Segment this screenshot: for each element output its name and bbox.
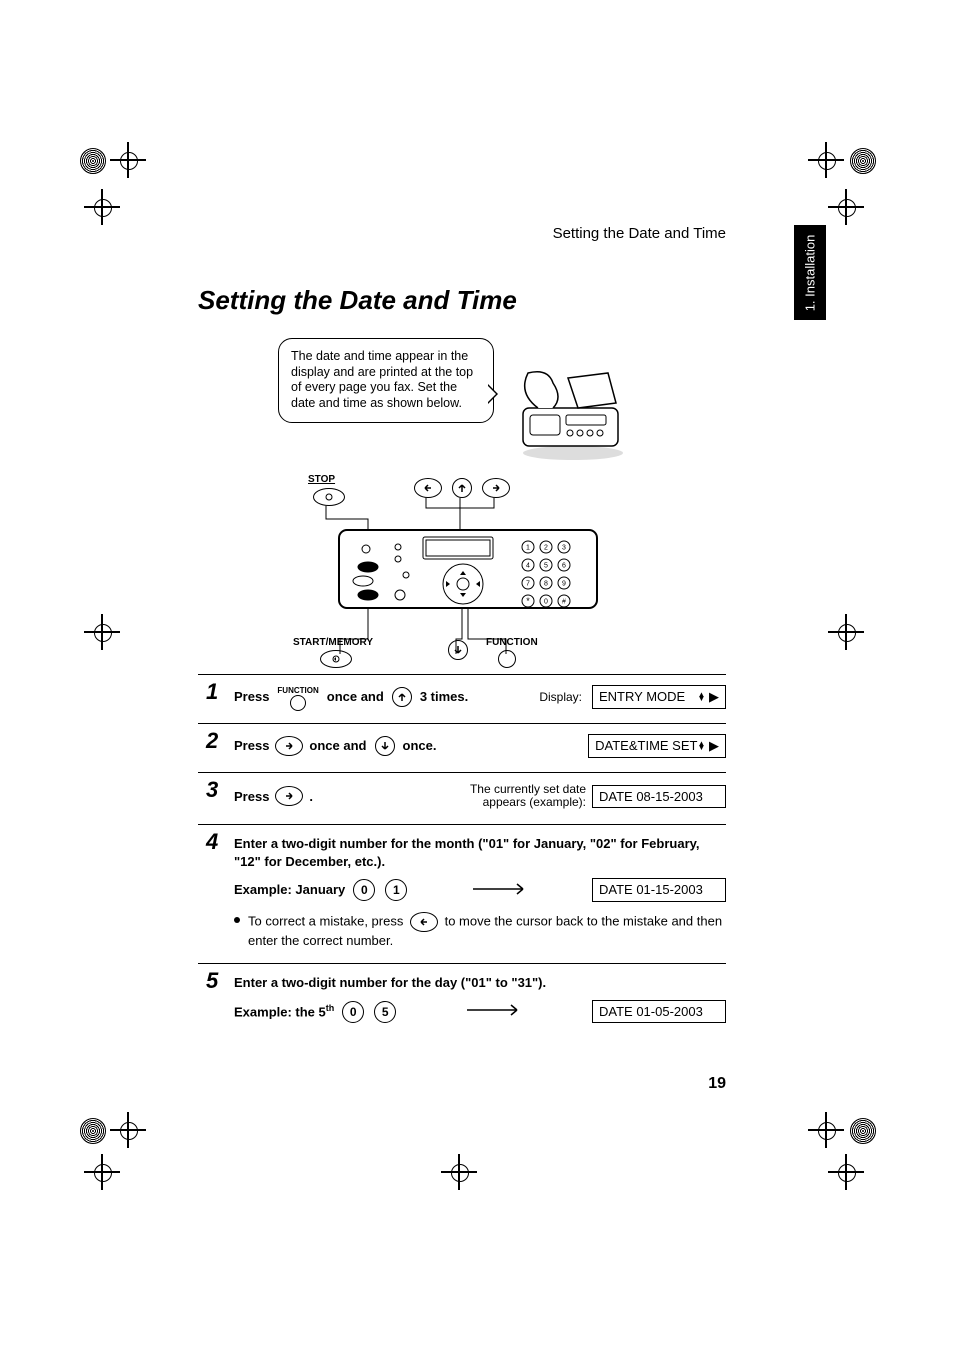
side-tab-label: 1. Installation — [803, 234, 818, 311]
svg-text:3: 3 — [562, 545, 566, 552]
lcd-display: DATE 01-05-2003 — [592, 1000, 726, 1024]
crop-mark — [804, 620, 864, 680]
svg-text:6: 6 — [562, 563, 566, 570]
svg-text:8: 8 — [544, 581, 548, 588]
svg-text:4: 4 — [526, 563, 530, 570]
fax-machine-illustration — [508, 363, 638, 468]
svg-text:1: 1 — [526, 545, 530, 552]
bullet-icon — [234, 917, 240, 923]
start-memory-button-icon — [320, 650, 352, 668]
crop-mark — [804, 1160, 864, 1220]
svg-text:2: 2 — [544, 545, 548, 552]
text: once and — [309, 737, 366, 755]
svg-text:5: 5 — [544, 563, 548, 570]
crop-mark — [90, 1160, 150, 1220]
fax-top-view: 1 2 3 4 5 6 7 8 9 * 0 # — [338, 529, 598, 619]
svg-text:9: 9 — [562, 581, 566, 588]
function-button-icon — [496, 650, 518, 668]
keypad-key-1-icon: 1 — [385, 879, 407, 901]
text: Enter a two-digit number for the month (… — [234, 836, 700, 869]
text: once. — [403, 737, 437, 755]
lcd-display: ENTRY MODE▲▼ ▶ — [592, 685, 726, 709]
crop-mark — [814, 130, 874, 190]
lcd-display: DATE 08-15-2003 — [592, 785, 726, 809]
text: 3 times. — [420, 688, 468, 706]
crop-mark — [80, 1100, 140, 1160]
down-arrow-icon — [446, 640, 470, 660]
label-function: FUNCTION — [486, 637, 538, 648]
display-label: Display: — [539, 689, 582, 705]
crop-mark — [90, 620, 150, 680]
step-number: 3 — [206, 777, 218, 803]
step-2: 2 Press once and once. DATE&TIME SET▲▼ ▶ — [198, 723, 726, 772]
keypad-key-5-icon: 5 — [374, 1001, 396, 1023]
text: once and — [327, 688, 384, 706]
text: Press — [234, 688, 269, 706]
step-5: 5 Enter a two-digit number for the day (… — [198, 963, 726, 1037]
text: Enter a two-digit number for the day ("0… — [234, 975, 546, 990]
keypad-key-0-icon: 0 — [342, 1001, 364, 1023]
svg-text:#: # — [562, 599, 566, 606]
step-3: 3 Press . The currently set dateappears … — [198, 772, 726, 825]
left-arrow-icon — [410, 912, 438, 932]
page-title: Setting the Date and Time — [198, 285, 726, 316]
intro-bubble: The date and time appear in the display … — [278, 338, 494, 423]
step-number: 2 — [206, 728, 218, 754]
right-arrow-icon — [275, 736, 303, 756]
keypad-key-0-icon: 0 — [353, 879, 375, 901]
note-text: The currently set dateappears (example): — [470, 783, 586, 811]
step-4: 4 Enter a two-digit number for the month… — [198, 824, 726, 963]
step-number: 4 — [206, 829, 218, 855]
step-number: 1 — [206, 679, 218, 705]
crop-mark — [447, 1160, 507, 1220]
label-start-memory: START/MEMORY — [293, 637, 373, 648]
lcd-display: DATE 01-15-2003 — [592, 878, 726, 902]
page-number: 19 — [708, 1075, 726, 1093]
control-panel-diagram: STOP — [198, 474, 726, 674]
bullet-text: To correct a mistake, press to move the … — [248, 912, 726, 950]
step-1: 1 Press FUNCTION once and 3 times. Displ… — [198, 674, 726, 723]
svg-text:0: 0 — [544, 599, 548, 606]
up-arrow-icon — [392, 687, 412, 707]
crop-mark — [814, 1100, 874, 1160]
text: Press — [234, 737, 269, 755]
crop-mark — [90, 195, 150, 255]
crop-mark — [80, 130, 140, 190]
svg-text:*: * — [526, 596, 530, 606]
arrow-right-icon — [465, 1003, 525, 1021]
text: Example: January — [234, 881, 345, 899]
svg-text:7: 7 — [526, 581, 530, 588]
arrow-right-icon — [471, 882, 531, 900]
text: . — [309, 788, 313, 806]
function-button-icon: FUNCTION — [277, 687, 318, 711]
step-number: 5 — [206, 968, 218, 994]
down-arrow-icon — [375, 736, 395, 756]
text: Example: the 5th — [234, 1002, 334, 1021]
lcd-display: DATE&TIME SET▲▼ ▶ — [588, 734, 726, 758]
text: Press — [234, 788, 269, 806]
running-header: Setting the Date and Time — [553, 225, 726, 242]
side-tab-installation: 1. Installation — [794, 225, 826, 320]
right-arrow-icon — [275, 786, 303, 806]
